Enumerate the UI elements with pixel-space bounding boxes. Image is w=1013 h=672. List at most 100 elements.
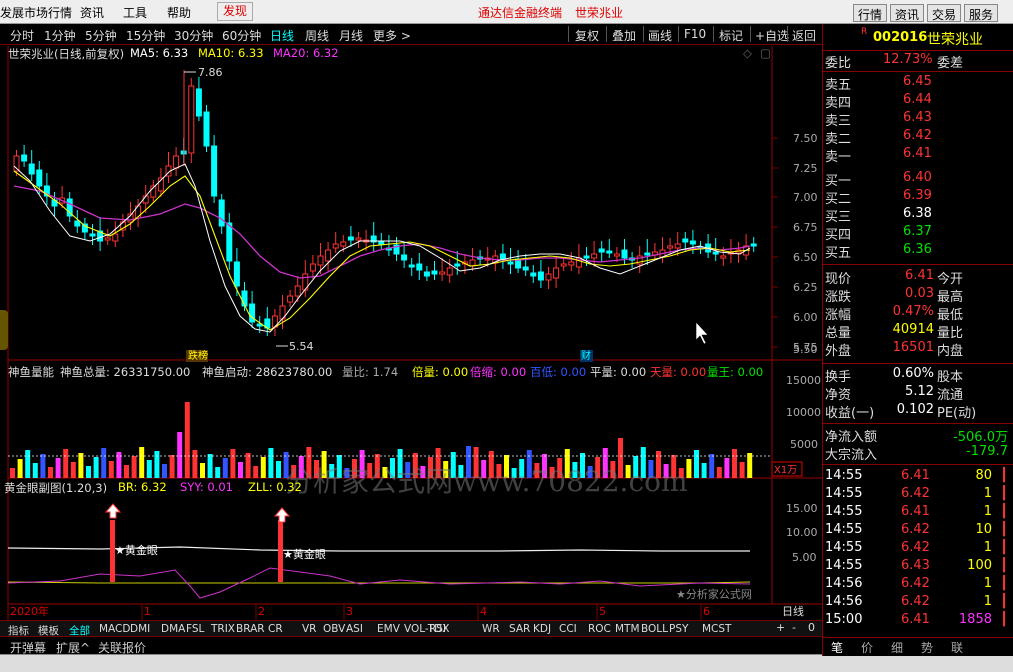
menu-tools[interactable]: 工具	[123, 4, 147, 21]
tab-weekly[interactable]: 周线	[305, 27, 329, 44]
btn-news[interactable]: 资讯	[890, 4, 925, 22]
stat-value: 16501	[892, 340, 934, 355]
quote-tab-2[interactable]: 细	[891, 639, 903, 656]
tab-30min[interactable]: 30分钟	[174, 27, 213, 44]
indicator-tab-wr[interactable]: WR	[482, 623, 500, 635]
indicator-tab-vr[interactable]: VR	[302, 623, 316, 635]
btn-service[interactable]: 服务	[964, 4, 999, 22]
event-mark-2[interactable]: 财	[581, 349, 591, 362]
buy-level-1[interactable]: 买一 6.40	[823, 170, 1013, 189]
tab-monthly[interactable]: 月线	[339, 27, 363, 44]
event-mark-1[interactable]: 跌榜	[188, 349, 208, 362]
stat-label: 总量	[825, 326, 852, 341]
btn-back[interactable]: 返回	[792, 27, 816, 44]
zoom-reset-button[interactable]: 0	[808, 621, 815, 634]
vol-axis-5000: 5000	[790, 438, 818, 451]
quote-tab-3[interactable]: 势	[921, 639, 933, 656]
stat2-label: 收益(一)	[825, 406, 875, 421]
indicator-tab-roc[interactable]: ROC	[588, 623, 611, 635]
buy-label: 买四	[825, 228, 852, 243]
tab-15min[interactable]: 15分钟	[126, 27, 165, 44]
price-axis-675: 6.75	[793, 221, 818, 234]
gold-syy: SYY: 0.01	[180, 480, 233, 494]
btn-mark[interactable]: 标记	[719, 27, 743, 44]
status-bar	[0, 654, 1013, 672]
quote-tab-1[interactable]: 价	[861, 639, 873, 656]
btn-quotes[interactable]: 行情	[853, 4, 888, 22]
menu-help[interactable]: 帮助	[167, 4, 191, 21]
indicator-tab-fsl[interactable]: FSL	[186, 623, 204, 635]
vol-title: 神鱼量能	[8, 365, 54, 379]
tab-daily[interactable]: 日线	[270, 27, 294, 44]
stat-label-2: 最低	[937, 308, 964, 323]
indicator-tab-asi[interactable]: ASI	[346, 623, 363, 635]
buy-level-4[interactable]: 买四 6.37	[823, 224, 1013, 243]
indicator-tab-cr[interactable]: CR	[268, 623, 283, 635]
tick-price: 6.42	[901, 576, 930, 591]
indicator-tab-dma[interactable]: DMA	[161, 623, 185, 635]
btn-trade[interactable]: 交易	[927, 4, 962, 22]
indicator-tab-dmi[interactable]: DMI	[130, 623, 150, 635]
indicator-tab-mcst[interactable]: MCST	[702, 623, 731, 635]
indicator-tab-cci[interactable]: CCI	[559, 623, 577, 635]
tick-direction-icon: ┃	[1000, 504, 1008, 519]
flow-row: 大宗流入 -179.7	[823, 444, 1013, 463]
indicator-tab-kdj[interactable]: KDJ	[533, 623, 551, 635]
sell-level-4[interactable]: 卖四 6.44	[823, 92, 1013, 111]
tab-more[interactable]: 更多 >	[373, 27, 411, 44]
menu-market[interactable]: 发展市场行情	[0, 4, 72, 21]
sell-price: 6.45	[903, 74, 932, 89]
buy-level-2[interactable]: 买二 6.39	[823, 188, 1013, 207]
btn-overlay[interactable]: 叠加	[612, 27, 636, 44]
credit-label: ★分析家公式网	[676, 587, 752, 601]
indicator-tab-psy[interactable]: PSY	[669, 623, 688, 635]
quote-tab-4[interactable]: 联	[951, 639, 963, 656]
sell-level-1[interactable]: 卖一 6.41	[823, 146, 1013, 165]
zoom-out-button[interactable]: -	[792, 621, 796, 634]
buy-level-3[interactable]: 买三 6.38	[823, 206, 1013, 225]
stat-label: 涨幅	[825, 308, 852, 323]
sell-level-2[interactable]: 卖二 6.42	[823, 128, 1013, 147]
period-label[interactable]: 日线	[782, 604, 804, 618]
menu-news[interactable]: 资讯	[80, 4, 104, 21]
indicator-tab-boll[interactable]: BOLL	[641, 623, 668, 635]
gold-axis-10: 10.00	[786, 526, 818, 539]
sell-label: 卖四	[825, 96, 852, 111]
indicator-tab-trix[interactable]: TRIX	[211, 623, 235, 635]
indicator-tab-mtm[interactable]: MTM	[615, 623, 640, 635]
indicator-tab-emv[interactable]: EMV	[377, 623, 400, 635]
left-panel-handle[interactable]	[0, 310, 8, 350]
stat2-row: 收益(一) 0.102 PE(动)	[823, 402, 1013, 421]
indicator-tab-macd[interactable]: MACD	[99, 623, 130, 635]
tab-timeshare[interactable]: 分时	[10, 27, 34, 44]
btn-draw[interactable]: 画线	[648, 27, 672, 44]
indicator-tab-rsi[interactable]: RSI	[429, 623, 446, 635]
btn-add-favorite[interactable]: +自选	[755, 27, 789, 44]
indicator-tab-sar[interactable]: SAR	[509, 623, 530, 635]
rz-flag: R	[861, 27, 868, 37]
tick-volume: 1	[983, 504, 992, 519]
buy-label: 买五	[825, 246, 852, 261]
indicator-tab-obv[interactable]: OBV	[323, 623, 345, 635]
indicator-tab-brar[interactable]: BRAR	[236, 623, 265, 635]
zoom-in-button[interactable]: +	[776, 621, 785, 634]
tab-60min[interactable]: 60分钟	[222, 27, 261, 44]
tick-price: 6.41	[901, 468, 930, 483]
date-month-3: 3	[346, 605, 353, 618]
tab-5min[interactable]: 5分钟	[85, 27, 117, 44]
buy-level-5[interactable]: 买五 6.36	[823, 242, 1013, 261]
mouse-cursor-icon	[695, 321, 709, 345]
menu-discover[interactable]: 发现	[217, 2, 254, 21]
bottom-tabs: 开弹幕 扩展^ 关联报价	[0, 636, 822, 655]
quote-tab-0[interactable]: 笔	[831, 639, 843, 656]
price-axis-550: 5.50	[793, 343, 818, 356]
date-month-6: 6	[703, 605, 710, 618]
btn-f10[interactable]: F10	[684, 27, 706, 41]
sell-level-5[interactable]: 卖五 6.45	[823, 74, 1013, 93]
tick-price: 6.42	[901, 486, 930, 501]
tick-direction-icon: ┃	[1000, 594, 1008, 609]
stat2-value: 0.60%	[892, 366, 934, 381]
sell-level-3[interactable]: 卖三 6.43	[823, 110, 1013, 129]
btn-fuquan[interactable]: 复权	[575, 27, 599, 44]
tab-1min[interactable]: 1分钟	[44, 27, 76, 44]
